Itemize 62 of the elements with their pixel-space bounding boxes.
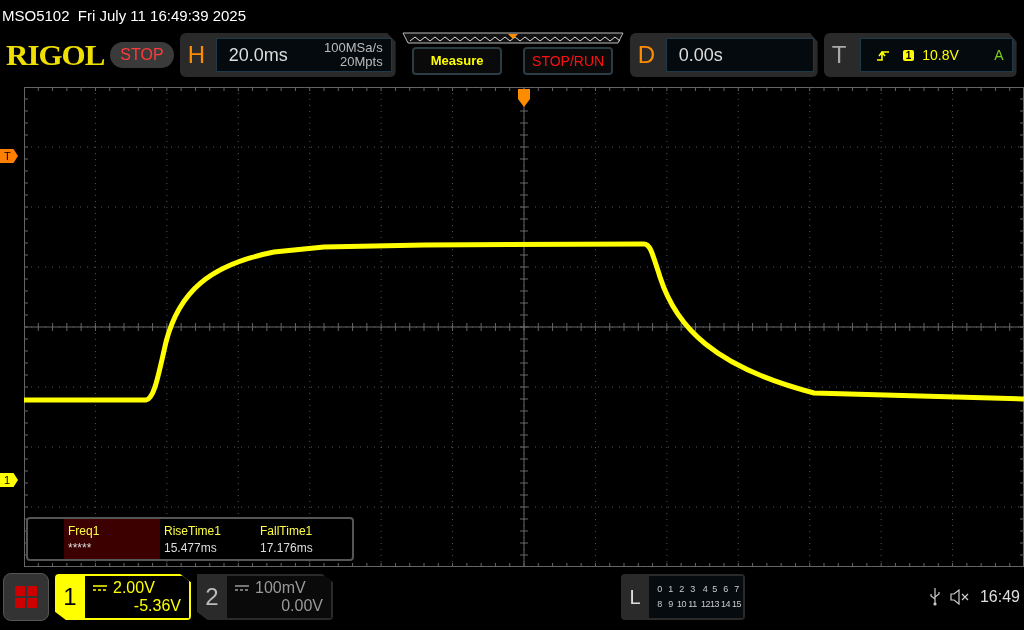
logic-channel-number: 12 bbox=[701, 598, 709, 611]
logic-channel-number: 4 bbox=[701, 583, 709, 596]
measurement-name: FallTime1 bbox=[260, 523, 314, 538]
logic-channel-number: 7 bbox=[733, 583, 740, 596]
channel-scale: 100mV bbox=[255, 579, 306, 597]
channel-number: 1 bbox=[62, 582, 78, 612]
measurement-name: RiseTime1 bbox=[164, 523, 222, 538]
logic-channel-number: 0 bbox=[656, 583, 663, 596]
logic-panel[interactable]: L 0 1 2 3 4 5 6 7 8 9 10 11 1213 14 15 bbox=[621, 574, 745, 620]
delay-value: 0.00s bbox=[678, 44, 723, 66]
logic-channel-number: 6 bbox=[722, 583, 729, 596]
measurement-item[interactable]: FallTime1 17.176ms bbox=[256, 519, 352, 559]
measurement-value: 17.176ms bbox=[260, 540, 314, 555]
device-title: MSO5102 Fri July 11 16:49:39 2025 bbox=[1, 6, 247, 26]
horizontal-panel[interactable]: H 20.0ms 100MSa/s 20Mpts bbox=[179, 33, 396, 77]
measure-button[interactable]: Measure bbox=[412, 46, 503, 75]
channel-offset: 0.00V bbox=[281, 597, 323, 615]
logic-channel-number: 3 bbox=[689, 583, 696, 596]
trigger-mode: A bbox=[994, 47, 1004, 63]
sample-rate: 100MSa/s bbox=[324, 41, 383, 55]
trigger-level-marker[interactable]: T bbox=[0, 149, 18, 163]
channel-panel[interactable]: 1 2.00V -5.36V bbox=[55, 574, 191, 620]
logic-label: L bbox=[628, 585, 642, 609]
measurement-value: ***** bbox=[68, 540, 93, 555]
logic-channel-number: 13 bbox=[709, 598, 720, 611]
trigger-position-marker[interactable] bbox=[518, 89, 530, 107]
logic-channel-number: 14 bbox=[720, 598, 731, 611]
logic-channel-number: 1 bbox=[667, 583, 674, 596]
trigger-panel[interactable]: T 1 10.8V A bbox=[823, 33, 1017, 77]
channel-marker[interactable]: 1 bbox=[0, 473, 18, 487]
measurement-name: Freq1 bbox=[68, 523, 101, 538]
measurement-item[interactable]: Freq1 ***** bbox=[64, 519, 160, 559]
channel-scale: 2.00V bbox=[113, 579, 155, 597]
logic-channel-number: 11 bbox=[687, 598, 698, 611]
clock-time: 16:49 bbox=[979, 588, 1020, 606]
logic-channel-number: 9 bbox=[667, 598, 674, 611]
dc-coupling-icon bbox=[93, 585, 107, 591]
stop-run-button[interactable]: STOP/RUN bbox=[523, 46, 614, 75]
apps-button[interactable] bbox=[3, 573, 49, 621]
measurement-item[interactable]: RiseTime1 15.477ms bbox=[160, 519, 256, 559]
delay-panel[interactable]: D 0.00s bbox=[629, 33, 818, 77]
memory-depth: 20Mpts bbox=[340, 55, 383, 69]
trigger-label: T bbox=[831, 41, 848, 69]
delay-label: D bbox=[637, 41, 656, 69]
logic-channel-number: 8 bbox=[656, 598, 663, 611]
dc-coupling-icon bbox=[235, 585, 249, 591]
horizontal-label: H bbox=[187, 41, 206, 69]
channel-offset: -5.36V bbox=[133, 597, 181, 615]
usb-icon bbox=[929, 588, 940, 606]
logic-channel-number: 2 bbox=[678, 583, 685, 596]
logic-channel-number: 5 bbox=[711, 583, 718, 596]
channel-badge: 1 bbox=[902, 49, 915, 61]
channel-panel[interactable]: 2 100mV 0.00V bbox=[197, 574, 333, 620]
measurement-value: 15.477ms bbox=[164, 540, 218, 555]
trigger-level: 10.8V bbox=[922, 47, 959, 63]
logic-channel-number: 10 bbox=[676, 598, 687, 611]
grid-icon bbox=[15, 586, 37, 608]
logic-channel-number: 15 bbox=[731, 598, 742, 611]
brand-logo: RIGOL bbox=[6, 37, 105, 73]
muted-speaker-icon[interactable] bbox=[949, 589, 970, 605]
rising-edge-icon bbox=[876, 49, 889, 61]
timebase-value: 20.0ms bbox=[228, 44, 288, 66]
